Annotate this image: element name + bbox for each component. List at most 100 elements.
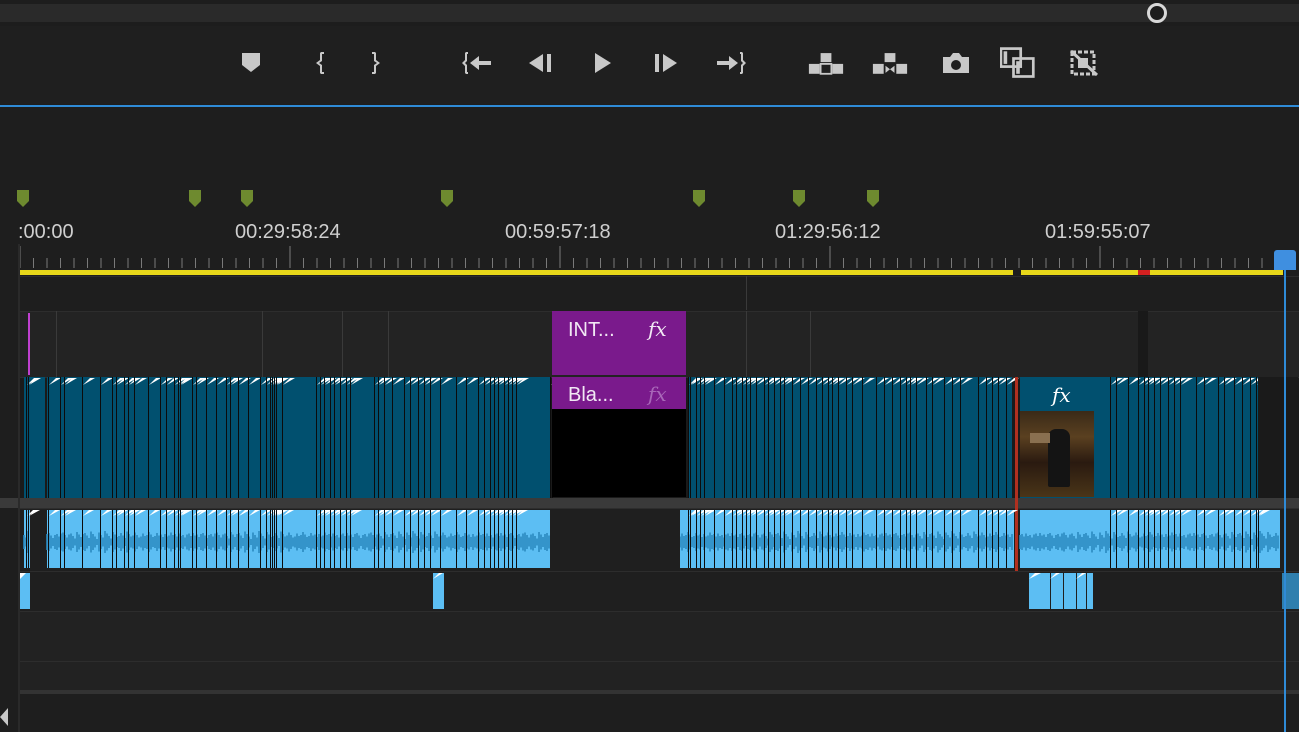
clip-edit-line <box>392 377 393 498</box>
track-a3[interactable] <box>20 611 1299 662</box>
lift-button[interactable] <box>808 48 844 78</box>
track-v3[interactable] <box>20 276 1299 311</box>
clip-edit-line <box>944 377 945 498</box>
clip-edit-line <box>742 510 743 568</box>
video-audio-divider[interactable] <box>0 498 1299 508</box>
clip-edit-line <box>756 510 757 568</box>
clip-edit-line <box>508 510 509 568</box>
clip-edit-line <box>1242 510 1243 568</box>
a1-audio-clips[interactable] <box>20 508 1299 570</box>
work-area-bar[interactable] <box>20 270 1013 275</box>
play-button[interactable] <box>585 48 621 78</box>
fx-badge[interactable]: fx <box>648 317 667 341</box>
clip-edit-line <box>216 510 217 568</box>
go-to-out-button[interactable] <box>713 48 749 78</box>
sequence-marker[interactable] <box>867 190 879 208</box>
clip-edit-line <box>1204 377 1205 498</box>
sequence-marker[interactable] <box>441 190 453 208</box>
mark-out-button[interactable] <box>359 48 395 78</box>
clip-edit-line <box>892 377 893 498</box>
clip-edit-line <box>932 510 933 568</box>
time-ruler[interactable] <box>20 244 1290 272</box>
clip-edit-line <box>384 377 385 498</box>
title-clip[interactable]: INT... fx <box>552 311 686 375</box>
track-a4[interactable] <box>20 661 1299 692</box>
clip-edit-line <box>910 510 911 568</box>
clip-edit-line <box>1258 510 1259 568</box>
clip-edit-line <box>324 377 325 498</box>
work-area-bar[interactable] <box>1021 270 1283 275</box>
clip-edit-line <box>512 377 513 498</box>
black-video-clip[interactable]: Bla... fx <box>552 377 686 497</box>
clip-edit-line <box>800 510 801 568</box>
clip-edit-line <box>82 510 83 568</box>
playhead-handle[interactable] <box>1274 250 1296 270</box>
sequence-marker[interactable] <box>17 190 29 208</box>
clip-edit-line <box>112 510 113 568</box>
clip-edit-line <box>504 377 505 498</box>
clip-edit-line <box>1256 377 1257 498</box>
clip-edit-line <box>1110 377 1111 498</box>
clip-edit-line <box>276 377 277 498</box>
insert-button[interactable] <box>1000 47 1036 78</box>
clip-edit-line <box>900 510 901 568</box>
a2-audio-clips[interactable] <box>20 571 1299 611</box>
clip-edit-line <box>274 510 275 568</box>
clip-edit-line <box>1138 377 1139 498</box>
clip-edit-line <box>746 377 747 498</box>
extract-button[interactable] <box>872 48 908 78</box>
overwrite-button[interactable] <box>1066 48 1102 78</box>
clip-edit-line <box>550 377 551 498</box>
clip-edit-line <box>1168 510 1169 568</box>
zoom-scroll-bar[interactable] <box>0 0 1299 26</box>
clip-edit-line <box>404 377 405 498</box>
clip-edit-line <box>206 510 207 568</box>
clip-edit-line <box>248 377 249 498</box>
add-marker-button[interactable] <box>233 48 269 78</box>
go-to-in-button[interactable] <box>459 48 495 78</box>
thumbnail-clip[interactable]: fx <box>1020 377 1094 497</box>
clip-edit-line <box>832 377 833 498</box>
clip-edit-line <box>192 510 193 568</box>
clip-edit-line <box>174 510 175 568</box>
fx-badge[interactable]: fx <box>648 382 667 406</box>
clip-edit-line <box>346 510 347 568</box>
zoom-scroll-handle[interactable] <box>1147 3 1167 23</box>
clip-edit-line <box>324 510 325 568</box>
marker-icon <box>242 53 260 72</box>
clip-edit-line <box>100 377 101 498</box>
clip-edit-line <box>260 510 261 568</box>
clip-edit-line <box>484 377 485 498</box>
fx-badge[interactable]: fx <box>1052 383 1071 407</box>
clip-edit-line <box>64 510 65 568</box>
clip-edit-line <box>384 510 385 568</box>
clip-edit-line <box>282 377 283 498</box>
clip-edit-line <box>704 510 705 568</box>
clip-edit-line <box>1148 377 1149 498</box>
step-back-button[interactable] <box>522 48 558 78</box>
sequence-marker[interactable] <box>241 190 253 208</box>
sequence-marker[interactable] <box>189 190 201 208</box>
scroll-left-arrow[interactable] <box>0 706 8 728</box>
clip-edit-line <box>498 510 499 568</box>
clip-edit-line <box>1196 510 1197 568</box>
mark-in-button[interactable] <box>301 48 337 78</box>
clip-edit-line <box>60 510 61 568</box>
clip-edit-line <box>1144 377 1145 498</box>
export-frame-button[interactable] <box>938 48 974 78</box>
clip-edit-line <box>28 510 29 568</box>
clip-edit-line <box>998 377 999 498</box>
sequence-marker[interactable] <box>693 190 705 208</box>
clip-edit-line <box>424 377 425 498</box>
clip-edit-line <box>732 510 733 568</box>
zoom-scroll-track[interactable] <box>0 4 1299 22</box>
clip-edit-line <box>1174 510 1175 568</box>
clip-edit-line <box>784 510 785 568</box>
clip-edit-line <box>266 510 267 568</box>
sequence-marker[interactable] <box>793 190 805 208</box>
step-forward-button[interactable] <box>648 48 684 78</box>
clip-edit-line <box>116 510 117 568</box>
transport-controls <box>0 26 1299 104</box>
playhead-line[interactable] <box>1284 250 1286 732</box>
clip-edit-line <box>148 377 149 498</box>
